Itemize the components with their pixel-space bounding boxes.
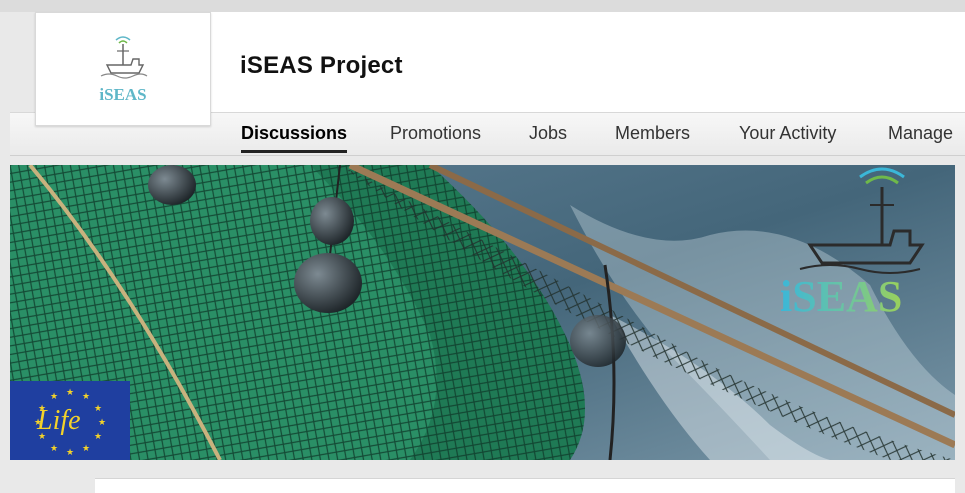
boat-icon: [100, 36, 148, 79]
svg-text:★: ★: [94, 404, 102, 414]
banner-image: iSEAS ★ ★ ★ ★ ★ ★ ★ ★ ★ ★ ★ ★ Life: [10, 165, 955, 460]
svg-text:★: ★: [50, 444, 58, 454]
banner-logo-text: iSEAS: [780, 272, 903, 321]
svg-text:★: ★: [82, 444, 90, 454]
svg-text:★: ★: [98, 418, 106, 428]
tab-your-activity[interactable]: Your Activity: [739, 123, 836, 144]
content-card-top: [95, 478, 955, 493]
svg-text:★: ★: [66, 388, 74, 398]
svg-text:★: ★: [66, 448, 74, 458]
top-strip: [0, 0, 965, 12]
eu-life-logo: ★ ★ ★ ★ ★ ★ ★ ★ ★ ★ ★ ★ Life: [10, 381, 130, 460]
svg-text:★: ★: [94, 432, 102, 442]
tab-jobs[interactable]: Jobs: [529, 123, 567, 144]
tab-promotions[interactable]: Promotions: [390, 123, 481, 144]
tab-manage[interactable]: Manage: [888, 123, 953, 144]
group-title[interactable]: iSEAS Project: [240, 52, 403, 80]
svg-text:★: ★: [82, 392, 90, 402]
svg-text:★: ★: [50, 392, 58, 402]
group-logo[interactable]: iSEAS: [35, 12, 211, 126]
tab-discussions[interactable]: Discussions: [241, 123, 348, 153]
logo-text: iSEAS: [99, 85, 147, 104]
tab-members[interactable]: Members: [615, 123, 690, 144]
group-header: iSEAS Project: [210, 12, 965, 112]
life-label: Life: [37, 405, 81, 436]
